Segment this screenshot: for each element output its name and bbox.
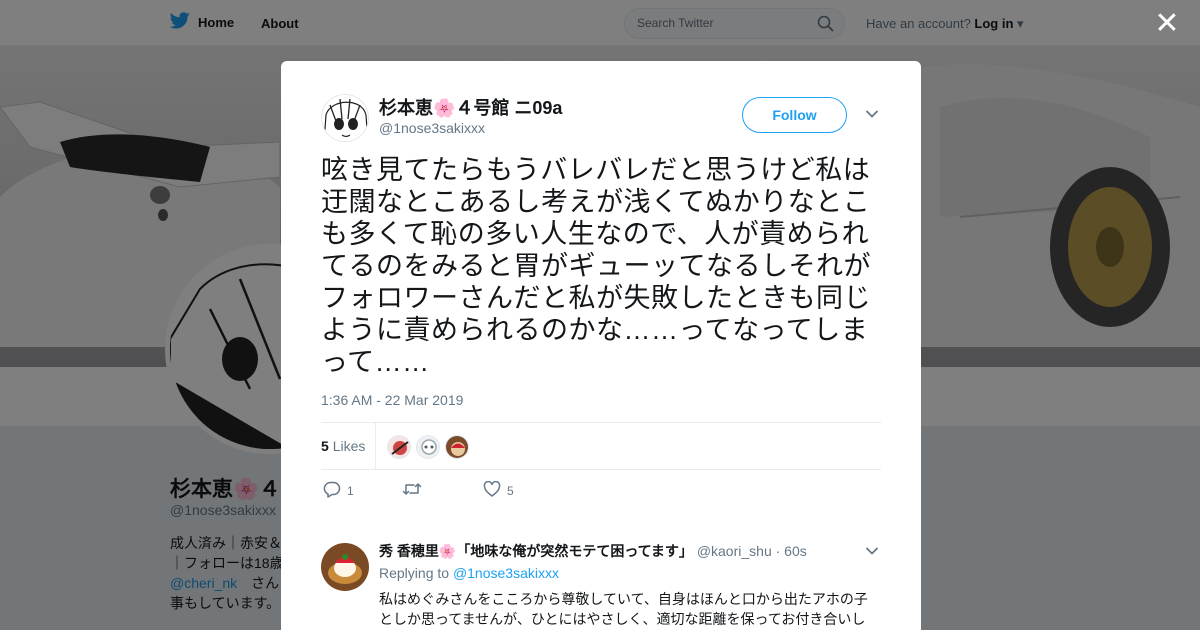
reply-author-handle[interactable]: @kaori_shu (697, 543, 772, 559)
chevron-down-icon[interactable] (865, 544, 879, 558)
reply-icon (323, 481, 341, 501)
close-icon[interactable]: ✕ (1153, 9, 1181, 39)
replying-to: Replying to @1nose3sakixxx (379, 565, 559, 581)
likes-count: 5 (321, 438, 329, 454)
tweet-author-name[interactable]: 杉本恵🌸４号館 ニ09a (379, 94, 562, 120)
retweet-icon (402, 481, 422, 500)
follow-button[interactable]: Follow (742, 97, 847, 133)
reply-text: 私はめぐみさんをこころから尊敬していて、自身はほんと口から出たアホの子としか思っ… (379, 591, 868, 627)
reply-author-avatar[interactable] (321, 543, 369, 591)
tweet-text: 呟き見てたらもうバレバレだと思うけど私は迂闊なとこあるし考えが浅くてぬかりなとこ… (321, 155, 871, 377)
reply-author-name[interactable]: 秀 香穂里🌸「地味な俺が突然モテて困ってます」 (379, 543, 693, 559)
tweet-timestamp[interactable]: 1:36 AM - 22 Mar 2019 (321, 392, 463, 408)
replying-to-label: Replying to (379, 565, 450, 581)
tweet-stats: 5 Likes (321, 422, 881, 470)
likes-label: Likes (332, 438, 366, 454)
reply-time[interactable]: · 60s (776, 543, 807, 559)
stats-divider (375, 423, 376, 470)
reply-action[interactable]: 1 (323, 481, 354, 501)
tweet-author-avatar[interactable] (321, 94, 369, 142)
chevron-down-icon[interactable] (865, 107, 879, 121)
heart-icon (483, 480, 501, 500)
reply-avatar-drawing (321, 543, 369, 591)
likes-stat[interactable]: 5 Likes (321, 438, 365, 454)
liker-avatars (387, 435, 469, 459)
tweet-modal: 杉本恵🌸４号館 ニ09a @1nose3sakixxx Follow 呟き見てた… (281, 61, 921, 630)
tweet-author-handle[interactable]: @1nose3sakixxx (379, 120, 485, 136)
like-action[interactable]: 5 (483, 480, 514, 500)
retweet-action[interactable] (402, 481, 428, 500)
like-count: 5 (507, 483, 514, 498)
reply-author-line: 秀 香穂里🌸「地味な俺が突然モテて困ってます」 @kaori_shu · 60s (379, 541, 807, 561)
liker-avatar[interactable] (416, 435, 440, 459)
liker-avatar[interactable] (445, 435, 469, 459)
reply-count: 1 (347, 484, 354, 498)
replying-to-link[interactable]: @1nose3sakixxx (453, 565, 559, 581)
tweet-actions: 1 5 (321, 480, 881, 501)
author-avatar-drawing (322, 95, 368, 141)
liker-avatar[interactable] (387, 435, 411, 459)
